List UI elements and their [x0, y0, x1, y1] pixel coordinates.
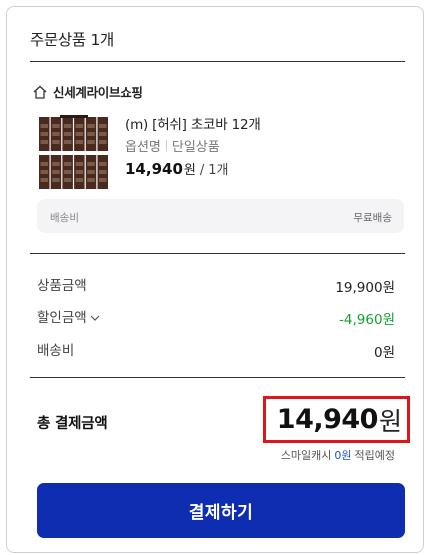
total-payment-amount: 14,940 원 [263, 396, 410, 443]
product-amount-value: 19,900원 [335, 280, 395, 296]
pay-button[interactable]: 결제하기 [37, 483, 405, 538]
product-price-currency: 원 [183, 163, 196, 178]
choco-bar-label [40, 140, 48, 144]
choco-bar-label [75, 162, 84, 166]
point-suffix: 적립예정 [354, 449, 395, 462]
chevron-down-icon [90, 315, 100, 321]
divider [30, 61, 405, 62]
shipping-info-box: 배송비 무료배송 [37, 199, 404, 233]
choco-bar-label [40, 132, 48, 136]
price-quantity-separator: / [199, 163, 205, 178]
choco-bar-label [99, 140, 107, 144]
point-value: 0원 [334, 449, 352, 462]
product-thumbnail[interactable] [38, 115, 110, 189]
total-payment-label: 총 결제금액 [37, 416, 108, 432]
choco-bar-label [52, 170, 60, 174]
shop-name: 신세계라이브쇼핑 [53, 85, 143, 100]
choco-bar-label [99, 170, 107, 174]
choco-bar-label [75, 170, 84, 174]
choco-bar-label [52, 162, 60, 166]
choco-bar-label [99, 178, 107, 182]
choco-bar-label [63, 124, 72, 128]
option-separator [165, 140, 167, 151]
divider [30, 377, 405, 378]
choco-bar-label [87, 162, 95, 166]
discount-label: 할인금액 [37, 310, 87, 326]
point-prefix: 스마일캐시 [280, 449, 332, 462]
choco-bar-label [40, 178, 48, 182]
product-name[interactable]: (m) [허쉬] 초코바 12개 [125, 113, 261, 133]
shipping-fee-label: 배송비 [37, 343, 75, 359]
discount-toggle[interactable]: 할인금액 [37, 306, 100, 326]
choco-bar-label [75, 178, 84, 182]
divider [30, 253, 405, 254]
choco-bar-label [75, 124, 84, 128]
shipping-fee-value: 0원 [373, 345, 395, 361]
choco-bar-label [87, 170, 95, 174]
product-option: 옵션명 단일상품 [125, 136, 220, 155]
home-icon [33, 85, 47, 99]
choco-bar-label [52, 124, 60, 128]
product-quantity: 1개 [208, 163, 229, 178]
choco-bar-label [63, 140, 72, 144]
product-amount-label: 상품금액 [37, 278, 87, 294]
choco-bar-label [63, 162, 72, 166]
choco-bar-label [52, 132, 60, 136]
shipping-label: 배송비 [50, 212, 79, 224]
choco-bar-label [40, 124, 48, 128]
choco-bar-label [52, 178, 60, 182]
brand-strip [60, 115, 88, 118]
choco-bar-label [52, 140, 60, 144]
total-amount-currency: 원 [378, 406, 402, 436]
choco-bar-label [87, 124, 95, 128]
shop-link[interactable]: 신세계라이브쇼핑 [32, 82, 143, 101]
choco-bar-label [99, 132, 107, 136]
option-value: 단일상품 [171, 140, 220, 155]
choco-bar-label [63, 132, 72, 136]
order-summary-card: 주문상품 1개 신세계라이브쇼핑 (m) [허쉬] 초코바 12개 옵션명 단일… [6, 6, 424, 553]
choco-bar-label [75, 132, 84, 136]
choco-bar-label [87, 140, 95, 144]
choco-bar-label [63, 178, 72, 182]
choco-bar-label [87, 132, 95, 136]
discount-value: -4,960원 [339, 312, 395, 328]
option-label: 옵션명 [125, 140, 161, 155]
order-count-title: 주문상품 1개 [30, 31, 114, 49]
choco-bar-label [87, 178, 95, 182]
choco-bar-label [40, 170, 48, 174]
shipping-value: 무료배송 [353, 212, 392, 224]
product-price-amount: 14,940 [125, 160, 183, 178]
total-amount-number: 14,940 [276, 404, 379, 435]
product-price: 14,940 원 / 1개 [125, 159, 228, 178]
choco-bar-label [99, 124, 107, 128]
point-notice: 스마일캐시 0원 적립예정 [281, 447, 395, 463]
choco-bar-label [63, 170, 72, 174]
choco-bar-label [40, 162, 48, 166]
choco-bar-label [99, 162, 107, 166]
choco-bar-label [75, 140, 84, 144]
